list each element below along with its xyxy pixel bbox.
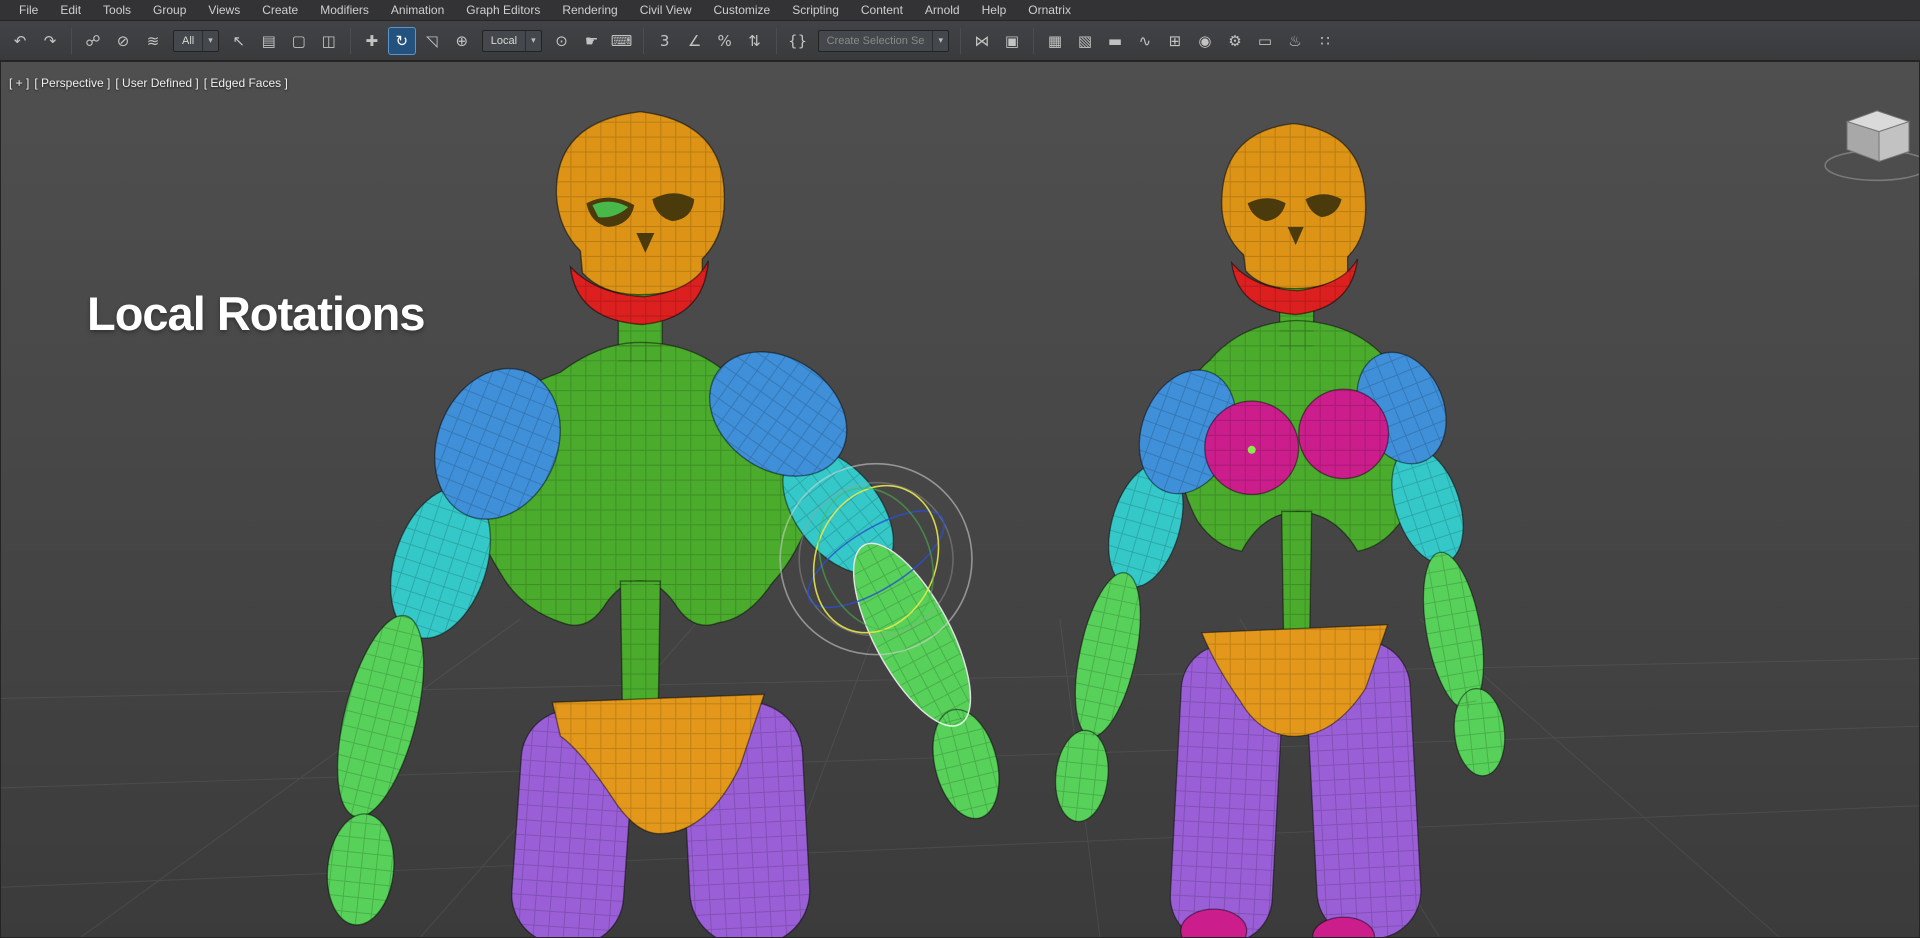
select-by-name-icon[interactable]: ▤ — [255, 27, 283, 55]
viewcube[interactable] — [1824, 110, 1919, 182]
menu-bar: File Edit Tools Group Views Create Modifiers An… — [0, 0, 1920, 21]
viewport-shading-label[interactable]: [ Edged Faces ] — [204, 76, 288, 90]
rectangular-selection-region-icon[interactable]: ▢ — [285, 27, 313, 55]
menu-create[interactable]: Create — [251, 0, 309, 21]
keyboard-shortcut-override-icon[interactable]: ⌨ — [608, 27, 636, 55]
undo-icon[interactable]: ↶ — [6, 27, 34, 55]
menu-arnold[interactable]: Arnold — [914, 0, 971, 21]
viewport-pov-label[interactable]: [ Perspective ] — [34, 76, 110, 90]
select-and-scale-icon[interactable]: ◹ — [418, 27, 446, 55]
toolbar-separator — [349, 27, 351, 54]
mirror-icon[interactable]: ⋈ — [968, 27, 996, 55]
menu-help[interactable]: Help — [971, 0, 1018, 21]
viewport-general-menu[interactable]: [ + ] — [9, 76, 29, 90]
menu-scripting[interactable]: Scripting — [781, 0, 850, 21]
angle-snap-toggle-icon[interactable]: ∠ — [681, 27, 709, 55]
select-and-move-icon[interactable]: ✚ — [358, 27, 386, 55]
pivot-point-marker — [1247, 445, 1256, 454]
character-left[interactable] — [319, 111, 1011, 937]
chevron-down-icon: ▾ — [525, 30, 541, 51]
menu-group[interactable]: Group — [142, 0, 197, 21]
arrange-elements-icon[interactable]: ∷ — [1311, 27, 1339, 55]
menu-edit[interactable]: Edit — [49, 0, 92, 21]
redo-icon[interactable]: ↷ — [36, 27, 64, 55]
rendered-frame-window-icon[interactable]: ▭ — [1251, 27, 1279, 55]
menu-customize[interactable]: Customize — [703, 0, 782, 21]
character-right-skull[interactable] — [1221, 122, 1367, 290]
chevron-down-icon: ▾ — [932, 30, 948, 51]
align-icon[interactable]: ▣ — [998, 27, 1026, 55]
main-toolbar: ↶ ↷ ☍ ⊘ ≋ All ▾ ↖ ▤ ▢ ◫ ✚ ↻ ◹ ⊕ Local ▾ ⊙ ☛ ⌨ 3 ∠% ⇅{} Create S… — [0, 21, 1920, 61]
overlay-title: Local Rotations — [87, 287, 426, 340]
select-and-manipulate-icon[interactable]: ☛ — [578, 27, 606, 55]
selection-filter-dropdown[interactable]: All ▾ — [173, 29, 219, 52]
use-pivot-point-center-icon[interactable]: ⊙ — [548, 27, 576, 55]
bind-to-space-warp-icon[interactable]: ≋ — [139, 27, 167, 55]
viewport[interactable]: [ + ] [ Perspective ] [ User Defined ] [ Ed… — [0, 61, 1920, 938]
menu-file[interactable]: File — [8, 0, 49, 21]
menu-modifiers[interactable]: Modifiers — [309, 0, 380, 21]
menu-content[interactable]: Content — [850, 0, 914, 21]
edit-named-selection-sets-icon[interactable]: {} — [784, 27, 812, 55]
toggle-ribbon-icon[interactable]: ▬ — [1101, 27, 1129, 55]
percent-snap-toggle-icon[interactable]: % — [711, 27, 739, 55]
menu-rendering[interactable]: Rendering — [551, 0, 628, 21]
reference-coordinate-system-dropdown[interactable]: Local ▾ — [481, 29, 542, 52]
curve-editor-icon[interactable]: ∿ — [1131, 27, 1159, 55]
viewport-label: [ + ] [ Perspective ] [ User Defined ] [ Ed… — [9, 76, 288, 90]
menu-animation[interactable]: Animation — [380, 0, 455, 21]
unlink-selection-icon[interactable]: ⊘ — [109, 27, 137, 55]
character-left-skull[interactable] — [555, 111, 726, 296]
named-selection-sets-dropdown[interactable]: Create Selection Se ▾ — [817, 29, 949, 52]
reference-coordinate-system-dropdown-value: Local — [490, 34, 518, 47]
application-window: File Edit Tools Group Views Create Modifiers An… — [0, 0, 1920, 938]
menu-civil-view[interactable]: Civil View — [629, 0, 703, 21]
menu-tools[interactable]: Tools — [92, 0, 142, 21]
window-crossing-toggle-icon[interactable]: ◫ — [315, 27, 343, 55]
toolbar-separator — [1032, 27, 1034, 54]
material-editor-icon[interactable]: ◉ — [1191, 27, 1219, 55]
render-production-icon[interactable]: ♨ — [1281, 27, 1309, 55]
select-object-icon[interactable]: ↖ — [225, 27, 253, 55]
toggle-scene-explorer-icon[interactable]: ▦ — [1041, 27, 1069, 55]
snaps-toggle-icon[interactable]: 3 — [651, 27, 679, 55]
chevron-down-icon: ▾ — [202, 30, 218, 51]
select-and-link-icon[interactable]: ☍ — [79, 27, 107, 55]
toolbar-separator — [642, 27, 644, 54]
character-right[interactable] — [1050, 122, 1510, 937]
toolbar-separator — [71, 27, 72, 54]
schematic-view-icon[interactable]: ⊞ — [1161, 27, 1189, 55]
menu-graph-editors[interactable]: Graph Editors — [455, 0, 551, 21]
scene-canvas[interactable] — [1, 62, 1919, 937]
menu-views[interactable]: Views — [197, 0, 251, 21]
toggle-layer-explorer-icon[interactable]: ▧ — [1071, 27, 1099, 55]
toolbar-separator — [959, 27, 961, 54]
spinner-snap-toggle-icon[interactable]: ⇅ — [741, 27, 769, 55]
render-setup-icon[interactable]: ⚙ — [1221, 27, 1249, 55]
viewport-view-label[interactable]: [ User Defined ] — [115, 76, 198, 90]
select-and-rotate-icon[interactable]: ↻ — [387, 26, 416, 55]
select-and-place-icon[interactable]: ⊕ — [448, 27, 476, 55]
selection-filter-dropdown-value: All — [182, 34, 195, 47]
named-selection-sets-dropdown-value: Create Selection Se — [826, 34, 925, 47]
toolbar-separator — [775, 27, 777, 54]
menu-ornatrix[interactable]: Ornatrix — [1017, 0, 1082, 21]
